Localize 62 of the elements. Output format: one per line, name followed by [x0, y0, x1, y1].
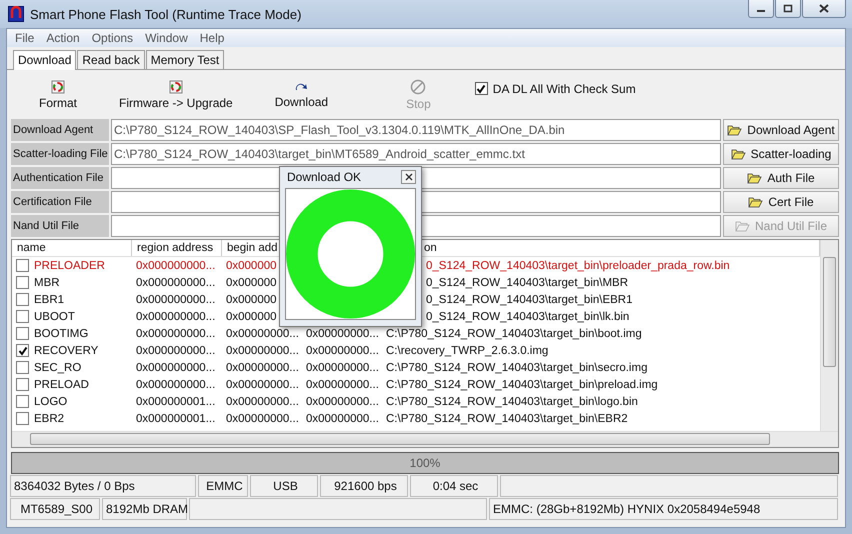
table-cell: 0x000000000...: [136, 310, 216, 322]
table-cell: 0x000000000...: [136, 294, 216, 306]
table-cell: 0x000000: [226, 276, 277, 288]
table-cell: 0x00000000...: [226, 328, 299, 340]
progress-label: 100%: [410, 456, 440, 470]
partition-name: MBR: [34, 276, 60, 288]
table-cell: 0x000000000...: [136, 260, 216, 272]
table-cell: 0x000000: [226, 294, 277, 306]
table-cell: 0x00000000...: [226, 412, 299, 424]
table-cell: 0x000000000...: [136, 276, 216, 288]
partition-name: PRELOADER: [34, 260, 105, 272]
partition-name: LOGO: [34, 396, 68, 408]
table-cell: 0x00000000...: [306, 328, 379, 340]
table-cell: 0x00000000...: [306, 412, 379, 424]
window-title: Smart Phone Flash Tool (Runtime Trace Mode): [30, 6, 302, 22]
partition-name: EBR2: [34, 412, 64, 424]
table-cell: 0x00000000...: [226, 344, 299, 356]
file-label: Certification File: [11, 191, 109, 213]
status-cell: MT6589_S00: [10, 498, 100, 520]
status-cell: EMMC: [198, 475, 248, 497]
dialog-title: Download OK: [287, 170, 362, 184]
table-cell: 0_S124_ROW_140403\target_bin\MBR: [426, 276, 628, 288]
table-cell: 0x00000000...: [306, 362, 379, 374]
table-cell: 0x00000000...: [226, 362, 299, 374]
file-label: Authentication File: [11, 167, 109, 189]
partition-name: BOOTIMG: [34, 328, 88, 340]
table-cell: 0x000000000...: [136, 378, 216, 390]
table-cell: 0_S124_ROW_140403\target_bin\lk.bin: [426, 310, 630, 322]
table-cell: 0x00000000...: [306, 378, 379, 390]
partition-name: SEC_RO: [34, 362, 82, 374]
file-label: Scatter-loading File: [11, 143, 109, 165]
table-cell: 0x000000: [226, 260, 277, 272]
file-label: Download Agent: [11, 119, 109, 141]
table-cell: C:\recovery_TWRP_2.6.3.0.img: [386, 344, 548, 356]
table-cell: 0x000000001...: [136, 396, 216, 408]
table-cell: 0x00000000...: [226, 378, 299, 390]
partition-name: EBR1: [34, 294, 64, 306]
status-cell: 8192Mb DRAM: [102, 498, 187, 520]
table-cell: C:\P780_S124_ROW_140403\target_bin\boot.img: [386, 328, 642, 340]
table-cell: 0x000000000...: [136, 328, 216, 340]
status-cell: 0:04 sec: [410, 475, 498, 497]
table-cell: C:\P780_S124_ROW_140403\target_bin\preload.img: [386, 378, 658, 390]
status-cell: 8364032 Bytes / 0 Bps: [10, 475, 196, 497]
table-cell: 0_S124_ROW_140403\target_bin\EBR1: [426, 294, 633, 306]
partition-name: UBOOT: [34, 310, 75, 322]
table-cell: 0x000000000...: [136, 362, 216, 374]
status-cell: EMMC: (28Gb+8192Mb) HYNIX 0x2058494e5948: [489, 498, 838, 520]
table-cell: 0_S124_ROW_140403\target_bin\preloader_prada_row.bin: [426, 260, 730, 272]
table-cell: C:\P780_S124_ROW_140403\target_bin\EBR2: [386, 412, 628, 424]
table-cell: C:\P780_S124_ROW_140403\target_bin\secro.img: [386, 362, 648, 374]
table-cell: 0x000000000...: [136, 344, 216, 356]
partition-name: PRELOAD: [34, 378, 89, 390]
table-cell: 0x00000000...: [306, 344, 379, 356]
table-cell: 0x00000000...: [226, 396, 299, 408]
file-label: Nand Util File: [11, 215, 109, 237]
table-cell: 0x000000: [226, 310, 277, 322]
status-cell: USB: [250, 475, 318, 497]
partition-name: RECOVERY: [34, 344, 98, 356]
table-cell: 0x00000000...: [306, 396, 379, 408]
table-cell: 0x000000001...: [136, 412, 216, 424]
table-cell: C:\P780_S124_ROW_140403\target_bin\logo.bin: [386, 396, 638, 408]
status-cell: 921600 bps: [320, 475, 408, 497]
